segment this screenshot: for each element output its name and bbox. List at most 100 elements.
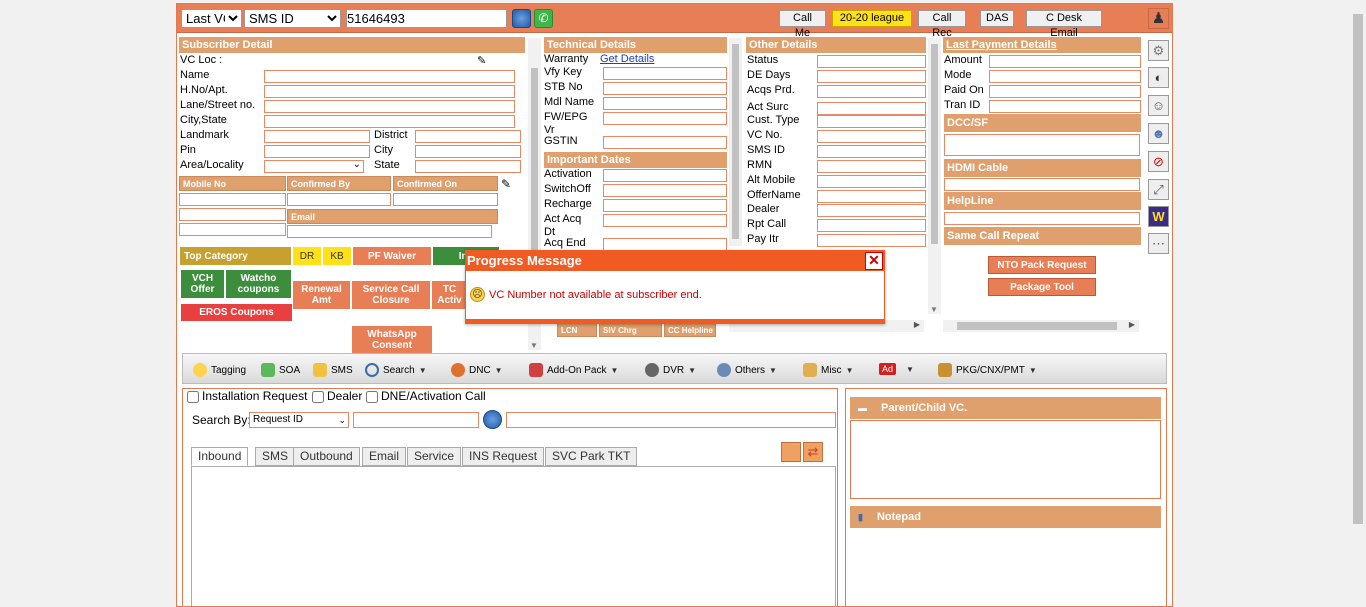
call-me-button[interactable]: Call Me — [779, 10, 826, 39]
menu-dnc[interactable]: DNC ▼ — [451, 363, 503, 377]
user-icon[interactable]: ♟ — [1148, 8, 1169, 29]
stb-no-field[interactable] — [603, 82, 727, 95]
more-icon[interactable]: ⋯ — [1148, 233, 1169, 254]
dne-activation-checkbox[interactable] — [366, 390, 378, 403]
expand-icon[interactable]: ⤢ — [1148, 179, 1169, 200]
mobile-field-3[interactable] — [179, 223, 286, 236]
menu-pkg[interactable]: PKG/CNX/PMT ▼ — [938, 363, 1037, 377]
act-acq-dt-field[interactable] — [603, 214, 727, 227]
pay-itr-field[interactable] — [817, 234, 926, 247]
city-state-field[interactable] — [264, 115, 515, 128]
edit-icon[interactable]: ✎ — [477, 54, 490, 67]
gstin-field[interactable] — [603, 136, 727, 149]
rmn-field[interactable] — [817, 160, 926, 173]
agent-icon[interactable]: ☺ — [1148, 95, 1169, 116]
mode-field[interactable] — [989, 70, 1141, 83]
status-field[interactable] — [817, 55, 926, 68]
acqs-prd-field[interactable] — [817, 85, 926, 98]
tc-activ-button[interactable]: TC Activ — [432, 281, 467, 309]
installation-request-check[interactable]: Installation Request — [187, 390, 307, 403]
menu-sms[interactable]: SMS — [313, 363, 353, 377]
search-by-select[interactable]: Request ID ⌄ — [249, 412, 349, 428]
lane-field[interactable] — [264, 100, 515, 113]
district-field[interactable] — [415, 130, 521, 143]
paid-on-field[interactable] — [989, 85, 1141, 98]
helpline-field[interactable] — [944, 212, 1140, 225]
menu-others[interactable]: Others ▼ — [717, 363, 777, 377]
lcn-tab[interactable]: LCN — [557, 322, 597, 337]
get-details-link[interactable]: Get Details — [600, 53, 654, 66]
no-entry-icon[interactable]: ⊘ — [1148, 151, 1169, 172]
tab-service[interactable]: Service — [407, 447, 462, 466]
person-icon[interactable]: ☻ — [1148, 123, 1169, 144]
call-rec-button[interactable]: Call Rec — [918, 10, 966, 39]
dcc-sf-field[interactable] — [944, 134, 1140, 156]
vc-no-field[interactable] — [817, 130, 926, 143]
mdl-name-field[interactable] — [603, 97, 727, 110]
close-icon[interactable]: ✕ — [865, 252, 883, 270]
satellite-dish-icon[interactable]: ◐ — [1148, 67, 1169, 88]
vch-offer-button[interactable]: VCH Offer — [181, 270, 224, 298]
dne-activation-check[interactable]: DNE/Activation Call — [366, 390, 486, 403]
switchoff-field[interactable] — [603, 184, 727, 197]
go-button[interactable] — [512, 9, 531, 28]
offer-name-field[interactable] — [817, 190, 926, 203]
phone-button[interactable]: ✆ — [534, 9, 553, 28]
pin-field[interactable] — [264, 145, 370, 158]
alert-icon[interactable] — [781, 442, 801, 462]
menu-ad[interactable]: Ad ▼ — [879, 363, 914, 375]
menu-soa[interactable]: SOA — [261, 363, 300, 377]
eros-coupons-button[interactable]: EROS Coupons — [181, 304, 292, 321]
mobile-field-1[interactable] — [179, 193, 286, 206]
refresh-icon[interactable]: ⇄ — [803, 442, 823, 462]
dealer-checkbox[interactable] — [312, 390, 324, 403]
name-field[interactable] — [264, 70, 515, 83]
de-days-field[interactable] — [817, 70, 926, 83]
recharge-field[interactable] — [603, 199, 727, 212]
state-field[interactable] — [415, 160, 521, 173]
menu-misc[interactable]: Misc ▼ — [803, 363, 853, 377]
last-payment-header[interactable]: Last Payment Details — [943, 37, 1141, 53]
other-hscrollbar[interactable]: ▶ — [943, 320, 1139, 332]
confirmed-by-field-1[interactable] — [287, 193, 391, 206]
service-call-closure-button[interactable]: Service Call Closure — [352, 281, 430, 309]
whatsapp-consent-button[interactable]: WhatsApp Consent — [352, 326, 432, 354]
area-select[interactable]: ⌄ — [264, 159, 364, 173]
request-go-button[interactable] — [483, 410, 502, 429]
menu-search[interactable]: Search ▼ — [365, 363, 427, 377]
fw-epg-field[interactable] — [603, 112, 727, 125]
cust-type-field[interactable] — [817, 115, 926, 128]
tab-sms[interactable]: SMS — [255, 447, 296, 466]
activation-field[interactable] — [603, 169, 727, 182]
city-field[interactable] — [415, 145, 521, 158]
other-scrollbar[interactable]: ▼ — [928, 38, 941, 314]
tab-ins-request[interactable]: INS Request — [462, 447, 545, 466]
tran-id-field[interactable] — [989, 100, 1141, 113]
landmark-field[interactable] — [264, 130, 370, 143]
package-tool-button[interactable]: Package Tool — [988, 278, 1096, 296]
vfy-key-field[interactable] — [603, 67, 727, 80]
page-scrollbar[interactable] — [1350, 0, 1366, 607]
w-logo-icon[interactable]: W — [1148, 206, 1169, 227]
act-surc-field[interactable] — [817, 102, 926, 115]
menu-tagging[interactable]: Tagging — [193, 363, 246, 377]
dr-button[interactable]: DR — [293, 247, 321, 265]
tab-inbound[interactable]: Inbound — [191, 447, 249, 466]
request-result-field[interactable] — [506, 412, 836, 428]
tab-email[interactable]: Email — [362, 447, 407, 466]
cc-helpline-tab[interactable]: CC Helpline — [664, 322, 716, 337]
amount-field[interactable] — [989, 55, 1141, 68]
dealer-check[interactable]: Dealer — [312, 390, 362, 403]
das-button[interactable]: DAS — [980, 10, 1014, 27]
alt-mobile-field[interactable] — [817, 175, 926, 188]
renewal-amt-button[interactable]: Renewal Amt — [293, 281, 350, 309]
pf-waiver-button[interactable]: PF Waiver — [353, 247, 431, 265]
request-search-input[interactable] — [353, 412, 479, 428]
nto-pack-request-button[interactable]: NTO Pack Request — [988, 256, 1096, 274]
email-field[interactable] — [287, 225, 492, 238]
c-desk-email-button[interactable]: C Desk Email — [1026, 10, 1102, 39]
mobile-field-2[interactable] — [179, 208, 286, 221]
house-no-field[interactable] — [264, 85, 515, 98]
hdmi-cable-field[interactable] — [944, 178, 1140, 191]
tab-outbound[interactable]: Outbound — [293, 447, 360, 466]
